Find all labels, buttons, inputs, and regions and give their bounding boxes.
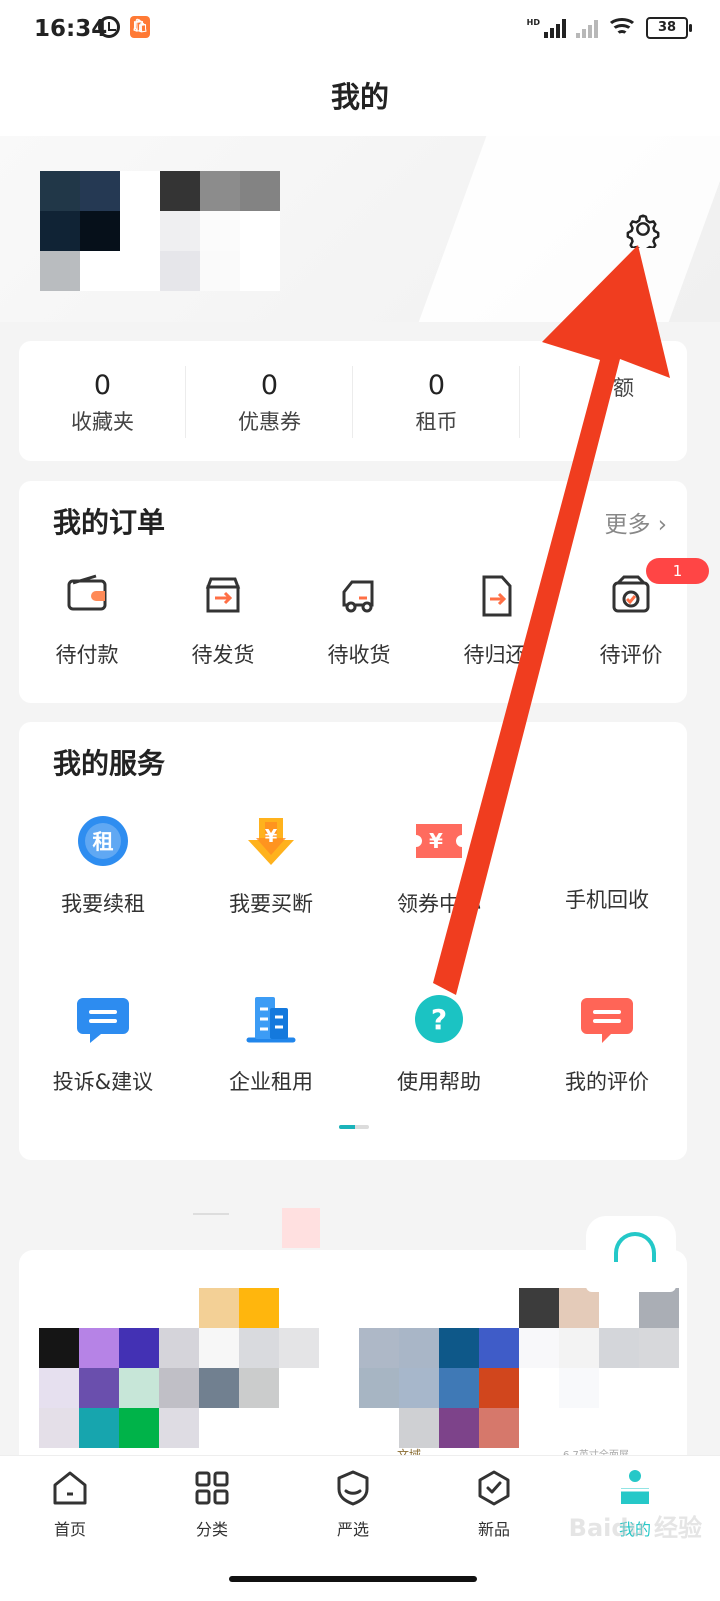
shopping-bag-icon: 🛍 [130,16,150,38]
stat-balance[interactable]: 额 [520,341,687,461]
svg-text:¥: ¥ [429,829,443,853]
floating-service-button[interactable] [586,1216,676,1292]
wallet-icon [67,574,107,611]
service-help[interactable]: ? 使用帮助 [355,992,523,1096]
status-bar: 16:34 🛍 HD 38 [0,0,720,62]
order-label: 待归还 [463,643,527,667]
service-coupon-center[interactable]: ¥ 领券中心 [355,814,523,918]
stat-value: 0 [260,370,279,401]
alarm-icon [98,16,120,38]
stat-value: 0 [427,370,446,401]
order-label: 待发货 [191,643,255,667]
service-buyout[interactable]: ¥ 我要买断 [187,814,355,918]
badge-check-icon [478,1470,510,1506]
stat-label: 额 [613,376,634,400]
wifi-icon [606,18,638,38]
avatar[interactable] [40,171,160,291]
service-feedback[interactable]: 投诉&建议 [19,992,187,1096]
account-stats: 0 收藏夹 0 优惠券 0 租币 额 [19,341,687,461]
service-label: 我要买断 [229,892,313,916]
service-enterprise-rent[interactable]: 企业租用 [187,992,355,1096]
service-label: 投诉&建议 [52,1070,154,1094]
order-pending-review[interactable]: 1 待评价 [571,558,709,669]
order-label: 待付款 [55,643,119,667]
home-icon [53,1471,87,1505]
feedback-icon [77,998,129,1043]
stat-value: 0 [93,370,112,401]
return-document-icon [482,575,512,617]
product-card-right[interactable]: 文域 6.7英寸全面屏 [359,1288,679,1472]
service-label: 使用帮助 [397,1070,481,1094]
stat-label: 收藏夹 [71,410,134,434]
username-blurred[interactable] [160,171,280,291]
cellular-signal-icon: HD [527,18,566,38]
battery-icon: 38 [646,17,692,39]
enterprise-icon [246,997,296,1043]
review-count-badge: 1 [646,558,709,584]
stat-label: 优惠券 [238,410,301,434]
order-pending-receipt[interactable]: 待收货 [299,573,419,669]
svg-text:¥: ¥ [265,826,278,847]
stat-rent-coins[interactable]: 0 租币 [353,341,520,461]
network-type-label: HD [526,18,540,27]
status-right-icons: HD 38 [527,17,692,39]
secondary-signal-icon [576,18,598,38]
stat-coupons[interactable]: 0 优惠券 [186,341,353,461]
phone-recycle-icon [580,814,634,868]
order-pending-shipment[interactable]: 待发货 [163,573,283,669]
home-indicator[interactable] [229,1576,477,1582]
feed-pink-tag [282,1208,320,1248]
feed-divider [193,1213,229,1215]
service-label: 领券中心 [397,892,481,916]
nav-label: 严选 [336,1520,369,1539]
product-card-left[interactable] [39,1288,331,1472]
nav-label: 首页 [53,1520,86,1539]
nav-curated[interactable]: 严选 [308,1468,398,1540]
service-renew[interactable]: 租 我要续租 [19,814,187,918]
svg-text:租: 租 [93,830,114,854]
nav-new-products[interactable]: 新品 [449,1468,539,1540]
service-my-reviews[interactable]: 我的评价 [523,992,691,1096]
stat-label: 租币 [415,410,458,434]
orders-card: 我的订单 更多 › 待付款 待发货 待收货 待归还 1 待评价 [19,481,709,703]
orders-more-link[interactable]: 更多 › [604,505,667,539]
category-icon [195,1471,229,1505]
shield-icon [337,1470,369,1506]
help-icon: ? [415,995,463,1043]
baidu-watermark: Baidu 经验 [568,1514,702,1542]
order-label: 待评价 [599,643,663,667]
order-pending-payment[interactable]: 待付款 [27,573,147,669]
status-left-icons: 🛍 [98,16,150,38]
status-time: 16:34 [34,16,108,42]
service-label: 企业租用 [229,1070,313,1094]
nav-category[interactable]: 分类 [167,1468,257,1540]
profile-icon [621,1470,649,1504]
review-box-icon [612,575,650,613]
gear-icon[interactable] [624,210,662,248]
page-title: 我的 [0,62,720,136]
service-label: 我的评价 [565,1070,649,1094]
profile-header [0,136,720,322]
services-page-indicator [339,1125,369,1129]
box-arrow-icon [205,577,241,613]
my-review-icon [581,998,633,1043]
service-phone-recycle[interactable]: 手机回收 [523,814,691,914]
service-label: 手机回收 [565,888,649,912]
nav-home[interactable]: 首页 [25,1468,115,1540]
services-card: 我的服务 租 我要续租 ¥ 我要买断 ¥ 领券中心 手机回收 投诉&建议 企业租… [19,722,687,1160]
nav-label: 新品 [477,1520,510,1539]
renew-rent-icon: 租 [78,816,128,866]
order-label: 待收货 [327,643,391,667]
orders-title: 我的订单 [53,506,166,539]
order-pending-return[interactable]: 待归还 [435,573,555,669]
coupon-icon: ¥ [416,824,462,858]
nav-label: 分类 [195,1520,228,1539]
services-title: 我的服务 [53,747,166,780]
buyout-icon: ¥ [248,818,294,865]
service-label: 我要续租 [61,892,145,916]
svg-text:?: ? [431,1003,447,1036]
stat-favorites[interactable]: 0 收藏夹 [19,341,186,461]
truck-icon [342,580,374,613]
